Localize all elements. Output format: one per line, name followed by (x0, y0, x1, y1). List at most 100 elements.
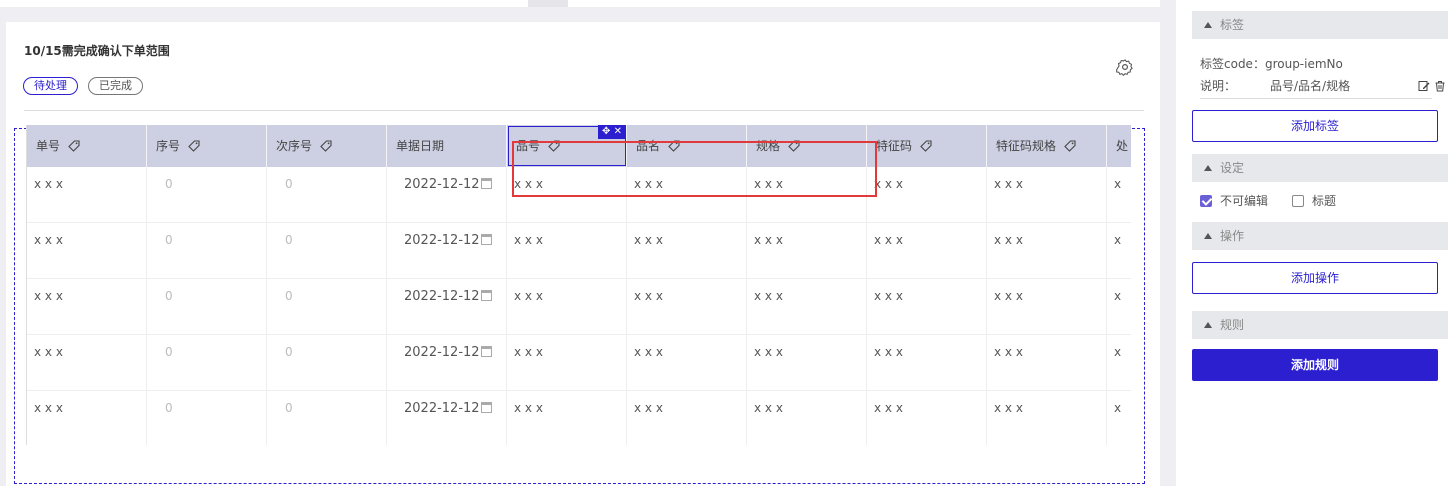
cell: x (1107, 391, 1131, 445)
tag-icon[interactable] (1064, 140, 1076, 152)
date-value: 2022-12-12 (404, 289, 480, 304)
col-header[interactable]: 单据日期 (387, 125, 507, 167)
col-header[interactable]: 次序号 (267, 125, 387, 167)
checkbox-readonly-label: 不可编辑 (1220, 194, 1269, 208)
cell: x x x (27, 335, 147, 390)
date-value: 2022-12-12 (404, 401, 480, 416)
section-header-ops[interactable]: 操作 (1192, 222, 1448, 250)
cell: x x x (627, 279, 747, 334)
cell: x x x (627, 391, 747, 445)
cell: x x x (747, 335, 867, 390)
cell: 0 (147, 279, 267, 334)
cell: 0 (147, 167, 267, 222)
date-cell[interactable]: 2022-12-12 (387, 223, 507, 278)
status-chips: 待处理 已完成 (23, 77, 143, 95)
calendar-icon[interactable] (480, 402, 492, 413)
cell: x x x (627, 223, 747, 278)
date-cell[interactable]: 2022-12-12 (387, 167, 507, 222)
date-cell[interactable]: 2022-12-12 (387, 391, 507, 445)
cell: x x x (867, 279, 987, 334)
calendar-icon[interactable] (480, 346, 492, 357)
cell: 0 (267, 335, 387, 390)
cell: x (1107, 167, 1131, 222)
cell: x x x (507, 391, 627, 445)
cell: 0 (267, 279, 387, 334)
calendar-icon[interactable] (480, 290, 492, 301)
col-header[interactable]: 序号 (147, 125, 267, 167)
calendar-icon[interactable] (480, 234, 492, 245)
checkbox-title[interactable] (1292, 195, 1305, 207)
trash-icon[interactable] (1434, 80, 1446, 92)
gear-icon[interactable] (1116, 58, 1134, 76)
date-cell[interactable]: 2022-12-12 (387, 335, 507, 390)
date-value: 2022-12-12 (404, 233, 480, 248)
checkbox-readonly[interactable] (1200, 195, 1212, 207)
col-header[interactable]: 单号 (27, 125, 147, 167)
chip-done[interactable]: 已完成 (88, 77, 143, 95)
table-row[interactable]: x x x 0 0 2022-12-12 x x x x x x x x x x… (27, 279, 1131, 335)
tag-icon[interactable] (920, 140, 932, 152)
cell: x x x (747, 391, 867, 445)
cell: x x x (867, 167, 987, 222)
col-label: 序号 (156, 139, 181, 153)
col-label: 单号 (36, 139, 61, 153)
table-row[interactable]: x x x 0 0 2022-12-12 x x x x x x x x x x… (27, 223, 1131, 279)
col-label: 处 (1116, 139, 1129, 153)
cell: x x x (507, 335, 627, 390)
tag-icon[interactable] (320, 140, 332, 152)
calendar-icon[interactable] (480, 178, 492, 189)
tag-icon[interactable] (188, 140, 200, 152)
edit-icon[interactable] (1418, 80, 1430, 92)
cell: x (1107, 279, 1131, 334)
section-header-tags[interactable]: 标签 (1192, 11, 1448, 39)
section-title: 标签 (1220, 18, 1245, 32)
col-header[interactable]: 特征码规格 (987, 125, 1107, 167)
move-icon[interactable]: ✥ (602, 126, 610, 137)
table-row[interactable]: x x x 0 0 2022-12-12 x x x x x x x x x x… (27, 391, 1131, 445)
section-title: 设定 (1220, 161, 1245, 175)
cell: 0 (147, 223, 267, 278)
cell: x x x (987, 335, 1107, 390)
col-header[interactable]: 处 (1107, 125, 1131, 167)
date-cell[interactable]: 2022-12-12 (387, 279, 507, 334)
date-value: 2022-12-12 (404, 177, 480, 192)
cell: x (1107, 223, 1131, 278)
cell: 0 (267, 167, 387, 222)
property-panel: 标签 标签code：group-iemNo 说明： 品号/品名/规格 添加标签 设… (1176, 0, 1449, 486)
top-tab-knob[interactable] (528, 0, 568, 7)
cell: 0 (147, 335, 267, 390)
section-title: 操作 (1220, 229, 1245, 243)
caret-up-icon (1204, 322, 1212, 328)
add-rule-button[interactable]: 添加规则 (1192, 349, 1438, 381)
caret-up-icon (1204, 165, 1212, 171)
table-row[interactable]: x x x 0 0 2022-12-12 x x x x x x x x x x… (27, 335, 1131, 391)
section-title: 规则 (1220, 318, 1245, 332)
cell: x x x (867, 223, 987, 278)
highlight-box (512, 141, 877, 197)
tag-icon[interactable] (68, 140, 80, 152)
col-header[interactable]: 特征码 (867, 125, 987, 167)
cell: x x x (987, 391, 1107, 445)
col-label: 次序号 (276, 139, 313, 153)
top-strip (0, 0, 1160, 7)
section-header-settings[interactable]: 设定 (1192, 154, 1448, 182)
settings-checkboxes: 不可编辑 标题 (1200, 192, 1336, 209)
add-tag-button[interactable]: 添加标签 (1192, 110, 1438, 142)
cell: x (1107, 335, 1131, 390)
section-header-rules[interactable]: 规则 (1192, 311, 1448, 339)
close-icon[interactable]: ✕ (614, 126, 622, 137)
row-actions (1418, 79, 1446, 93)
chip-pending[interactable]: 待处理 (23, 77, 78, 95)
cell: x x x (987, 223, 1107, 278)
col-label: 特征码规格 (996, 139, 1057, 153)
desc-value: 品号/品名/规格 (1270, 79, 1351, 93)
cell: 0 (267, 223, 387, 278)
cell: x x x (27, 223, 147, 278)
cell: x x x (867, 391, 987, 445)
cell: 0 (147, 391, 267, 445)
cell: x x x (507, 223, 627, 278)
cell: x x x (27, 279, 147, 334)
add-op-button[interactable]: 添加操作 (1192, 262, 1438, 294)
cell: 0 (267, 391, 387, 445)
desc-label: 说明： (1200, 79, 1237, 93)
